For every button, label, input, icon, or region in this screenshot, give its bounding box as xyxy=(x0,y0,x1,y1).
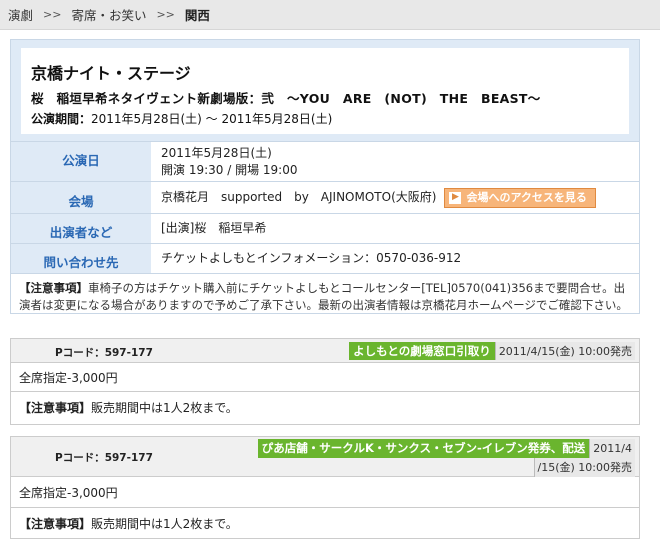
info-value-date: 2011年5月28日(土) 開演 19:30 / 開場 19:00 xyxy=(151,142,639,181)
performance-date: 2011年5月28日(土) xyxy=(161,145,272,160)
ticket-sale-date: 2011/4/15(金) 10:00発売 xyxy=(494,342,635,360)
breadcrumb-separator: >> xyxy=(43,8,62,21)
event-header: 京橋ナイト・ステージ 桜 稲垣早希ネタイヴェント新劇場版：弐 ～YOU ARE … xyxy=(11,40,639,141)
event-panel: 京橋ナイト・ステージ 桜 稲垣早希ネタイヴェント新劇場版：弐 ～YOU ARE … xyxy=(10,39,640,314)
info-label-cast: 出演者など xyxy=(11,214,151,243)
info-row-venue: 会場 京橋花月 supported by AJINOMOTO(大阪府) ▶ 会場… xyxy=(11,181,639,213)
breadcrumb-separator: >> xyxy=(156,8,175,21)
event-notice: 【注意事項】車椅子の方はチケット購入前にチケットよしもとコールセンター[TEL]… xyxy=(11,273,639,320)
ticket-card: Pコード：597-177 ぴあ店舗・サークルK・サンクス・セブン-イレブン発券、… xyxy=(10,436,640,539)
info-label-contact: 問い合わせ先 xyxy=(11,244,151,273)
info-value-cast: [出演]桜 稲垣早希 xyxy=(161,221,267,235)
ticket-header: Pコード：597-177 よしもとの劇場窓口引取り 2011/4/15(金) 1… xyxy=(11,339,639,363)
event-title: 京橋ナイト・ステージ xyxy=(31,64,191,83)
ticket-card: Pコード：597-177 よしもとの劇場窓口引取り 2011/4/15(金) 1… xyxy=(10,338,640,425)
notice-tag: 【注意事項】 xyxy=(19,281,88,295)
breadcrumb: 演劇 >> 寄席・お笑い >> 関西 xyxy=(0,0,660,30)
ticket-note-tag: 【注意事項】 xyxy=(19,400,92,415)
breadcrumb-current: 関西 xyxy=(184,8,210,23)
ticket-sale-method: ぴあ店舗・サークルK・サンクス・セブン-イレブン発券、配送 xyxy=(257,439,590,458)
info-value-venue: 京橋花月 supported by AJINOMOTO(大阪府) ▶ 会場へのア… xyxy=(151,182,639,213)
ticket-note-tag: 【注意事項】 xyxy=(19,516,92,531)
event-subtitle: 桜 稲垣早希ネタイヴェント新劇場版：弐 ～YOU ARE (NOT) THE B… xyxy=(31,91,541,106)
info-row-date: 公演日 2011年5月28日(土) 開演 19:30 / 開場 19:00 xyxy=(11,141,639,181)
ticket-note-text: 販売期間中は1人2枚まで。 xyxy=(91,400,238,415)
ticket-note-text: 販売期間中は1人2枚まで。 xyxy=(91,516,238,531)
ticket-note: 【注意事項】 販売期間中は1人2枚まで。 xyxy=(11,508,639,538)
ticket-sale-date-part1: 2011/4 xyxy=(589,439,635,458)
event-period-value: 2011年5月28日(土) ～ 2011年5月28日(土) xyxy=(91,112,333,126)
ticket-sale-info: ぴあ店舗・サークルK・サンクス・セブン-イレブン発券、配送 2011/4 /15(… xyxy=(255,439,635,477)
notice-text: 車椅子の方はチケット購入前にチケットよしもとコールセンター[TEL]0570(0… xyxy=(19,281,628,312)
ticket-pcode: Pコード：597-177 xyxy=(55,452,153,464)
info-row-cast: 出演者など [出演]桜 稲垣早希 xyxy=(11,213,639,243)
venue-name: 京橋花月 supported by AJINOMOTO(大阪府) xyxy=(161,190,437,204)
info-label-date: 公演日 xyxy=(11,142,151,181)
ticket-pcode: Pコード：597-177 xyxy=(55,347,153,359)
venue-access-label: 会場へのアクセスを見る xyxy=(466,191,587,204)
ticket-sale-date-part2: /15(金) 10:00発売 xyxy=(533,458,635,477)
ticket-sale-method: よしもとの劇場窓口引取り xyxy=(349,342,495,360)
breadcrumb-item-theater[interactable]: 演劇 xyxy=(8,5,33,24)
ticket-note: 【注意事項】 販売期間中は1人2枚まで。 xyxy=(11,392,639,422)
ticket-price: 全席指定-3,000円 xyxy=(11,363,639,392)
event-period: 公演期間：2011年5月28日(土) ～ 2011年5月28日(土) xyxy=(31,110,619,127)
venue-access-button[interactable]: ▶ 会場へのアクセスを見る xyxy=(444,187,596,208)
ticket-sale-info: よしもとの劇場窓口引取り 2011/4/15(金) 10:00発売 xyxy=(349,342,635,360)
chevron-right-icon: ▶ xyxy=(449,191,462,204)
info-row-contact: 問い合わせ先 チケットよしもとインフォメーション：0570-036-912 xyxy=(11,243,639,273)
event-header-inner: 京橋ナイト・ステージ 桜 稲垣早希ネタイヴェント新劇場版：弐 ～YOU ARE … xyxy=(21,48,629,134)
ticket-price: 全席指定-3,000円 xyxy=(11,477,639,508)
info-table: 公演日 2011年5月28日(土) 開演 19:30 / 開場 19:00 会場… xyxy=(11,141,639,320)
info-value-contact: チケットよしもとインフォメーション：0570-036-912 xyxy=(161,251,462,265)
performance-time: 開演 19:30 / 開場 19:00 xyxy=(161,162,298,177)
breadcrumb-item-comedy[interactable]: 寄席・お笑い xyxy=(71,5,146,24)
ticket-header: Pコード：597-177 ぴあ店舗・サークルK・サンクス・セブン-イレブン発券、… xyxy=(11,437,639,477)
info-label-venue: 会場 xyxy=(11,182,151,213)
event-period-label: 公演期間： xyxy=(31,112,92,126)
